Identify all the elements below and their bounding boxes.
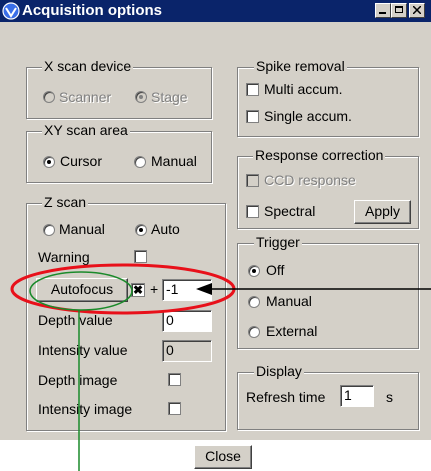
arrowhead-icon [196,283,212,295]
autofocus-ellipse [29,271,133,311]
annotation-overlay [10,263,431,471]
